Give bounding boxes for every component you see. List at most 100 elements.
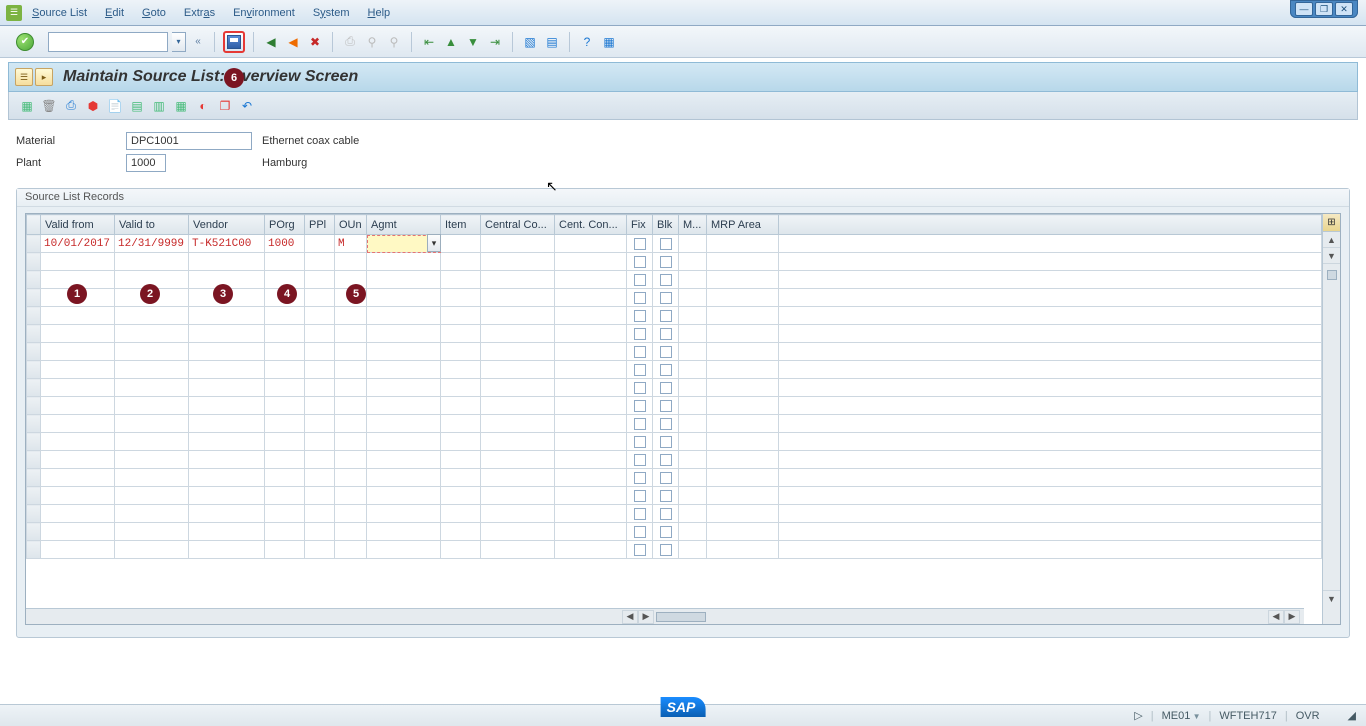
scroll-left[interactable]: ◀ [622, 610, 638, 624]
command-dropdown[interactable]: ▾ [172, 32, 186, 52]
sort-asc-icon[interactable]: ▥ [151, 98, 167, 114]
table-row[interactable] [27, 343, 1322, 361]
cell-blk[interactable] [653, 235, 679, 253]
col-agmt[interactable]: Agmt [367, 215, 441, 235]
col-valid-from[interactable]: Valid from [41, 215, 115, 235]
cell-valid-from[interactable]: 10/01/2017 [41, 235, 115, 253]
table-row[interactable] [27, 307, 1322, 325]
status-tcode[interactable]: ME01 [1162, 710, 1201, 722]
cell-fix[interactable] [627, 235, 653, 253]
delete-icon[interactable]: 🗑 [41, 98, 57, 114]
table-row[interactable] [27, 379, 1322, 397]
col-item[interactable]: Item [441, 215, 481, 235]
table-row[interactable] [27, 451, 1322, 469]
generate-icon[interactable]: ⎙ [63, 98, 79, 114]
table-row[interactable] [27, 433, 1322, 451]
next-page-button[interactable]: ▼ [464, 33, 482, 51]
title-btn-1[interactable]: ☰ [15, 68, 33, 86]
cell-valid-to[interactable]: 12/31/9999 [115, 235, 189, 253]
back-button[interactable]: ◀ [262, 33, 280, 51]
cell-central[interactable] [481, 235, 555, 253]
save-button[interactable] [223, 31, 245, 53]
menu-system[interactable]: System [313, 7, 350, 19]
scroll-right[interactable]: ▶ [638, 610, 654, 624]
col-selector[interactable] [27, 215, 41, 235]
material-field[interactable]: DPC1001 [126, 132, 252, 150]
lock-icon[interactable]: ⬢ [85, 98, 101, 114]
sort-desc-icon[interactable]: ▦ [173, 98, 189, 114]
cell-vendor[interactable]: T-K521C00 [189, 235, 265, 253]
first-page-button[interactable]: ⇤ [420, 33, 438, 51]
scroll-left-end[interactable]: ◀ [1268, 610, 1284, 624]
horizontal-scrollbar[interactable]: ◀ ▶ ◀ ▶ [26, 608, 1304, 624]
shortcut-button[interactable]: ▤ [543, 33, 561, 51]
menu-extras[interactable]: Extras [184, 7, 215, 19]
new-entries-icon[interactable]: 📄 [107, 98, 123, 114]
f4-help-button[interactable]: ▾ [427, 234, 441, 252]
menu-environment[interactable]: Environment [233, 7, 295, 19]
menu-help[interactable]: Help [368, 7, 391, 19]
cancel-button[interactable]: ✖ [306, 33, 324, 51]
sphere-icon[interactable]: ◐ [195, 98, 211, 114]
prev-page-button[interactable]: ▲ [442, 33, 460, 51]
plant-field[interactable]: 1000 [126, 154, 166, 172]
cell-porg[interactable]: 1000 [265, 235, 305, 253]
col-fix[interactable]: Fix [627, 215, 653, 235]
col-valid-to[interactable]: Valid to [115, 215, 189, 235]
table-row[interactable] [27, 415, 1322, 433]
title-btn-2[interactable]: ▸ [35, 68, 53, 86]
cell-mrp[interactable] [707, 235, 779, 253]
enter-button[interactable]: ✔ [16, 33, 34, 51]
minimize-button[interactable]: — [1295, 2, 1313, 16]
col-m[interactable]: M... [679, 215, 707, 235]
find-next-button[interactable]: ⚲ [385, 33, 403, 51]
maximize-button[interactable]: ❐ [1315, 2, 1333, 16]
col-oun[interactable]: OUn [335, 215, 367, 235]
table-row[interactable] [27, 361, 1322, 379]
close-button[interactable]: ✕ [1335, 2, 1353, 16]
col-central-contract[interactable]: Central Co... [481, 215, 555, 235]
col-blk[interactable]: Blk [653, 215, 679, 235]
scroll-right-end[interactable]: ▶ [1284, 610, 1300, 624]
print-button[interactable]: ⎙ [341, 33, 359, 51]
help-button[interactable]: ? [578, 33, 596, 51]
menu-edit[interactable]: Edit [105, 7, 124, 19]
app-menu-icon[interactable]: ☰ [6, 5, 22, 21]
cell-oun[interactable]: M [335, 235, 367, 253]
table-row[interactable] [27, 469, 1322, 487]
table-row[interactable] [27, 253, 1322, 271]
table-settings-button[interactable]: ⊞ [1323, 214, 1340, 232]
col-vendor[interactable]: Vendor [189, 215, 265, 235]
cell-centcon[interactable] [555, 235, 627, 253]
table-row[interactable]: 10/01/2017 12/31/9999 T-K521C00 1000 M ▾ [27, 235, 1322, 253]
table-row[interactable] [27, 487, 1322, 505]
scroll-down[interactable]: ▼ [1323, 590, 1340, 606]
last-page-button[interactable]: ⇥ [486, 33, 504, 51]
table-row[interactable] [27, 397, 1322, 415]
menu-source-list[interactable]: Source List [32, 7, 87, 19]
row-selector[interactable] [27, 235, 41, 253]
table-row[interactable] [27, 325, 1322, 343]
status-nav-icon[interactable]: ▷ [1134, 709, 1142, 722]
cell-ppl[interactable] [305, 235, 335, 253]
scroll-thumb[interactable] [656, 612, 706, 622]
exit-button[interactable]: ◀ [284, 33, 302, 51]
table-row[interactable] [27, 523, 1322, 541]
col-ppl[interactable]: PPl [305, 215, 335, 235]
table-row[interactable] [27, 541, 1322, 559]
select-all-icon[interactable]: ▦ [19, 98, 35, 114]
layout-button[interactable]: ▦ [600, 33, 618, 51]
undo-icon[interactable]: ↶ [239, 98, 255, 114]
scroll-thumb-v[interactable] [1327, 270, 1337, 280]
cell-item[interactable] [441, 235, 481, 253]
find-button[interactable]: ⚲ [363, 33, 381, 51]
col-cent-con[interactable]: Cent. Con... [555, 215, 627, 235]
vertical-scrollbar[interactable]: ⊞ ▲ ▼ ▼ [1322, 214, 1340, 624]
col-porg[interactable]: POrg [265, 215, 305, 235]
cell-agmt[interactable]: ▾ [367, 235, 441, 253]
duplicate-icon[interactable]: ❐ [217, 98, 233, 114]
cell-m[interactable] [679, 235, 707, 253]
new-session-button[interactable]: ▧ [521, 33, 539, 51]
command-field[interactable] [48, 32, 168, 52]
col-mrp-area[interactable]: MRP Area [707, 215, 779, 235]
